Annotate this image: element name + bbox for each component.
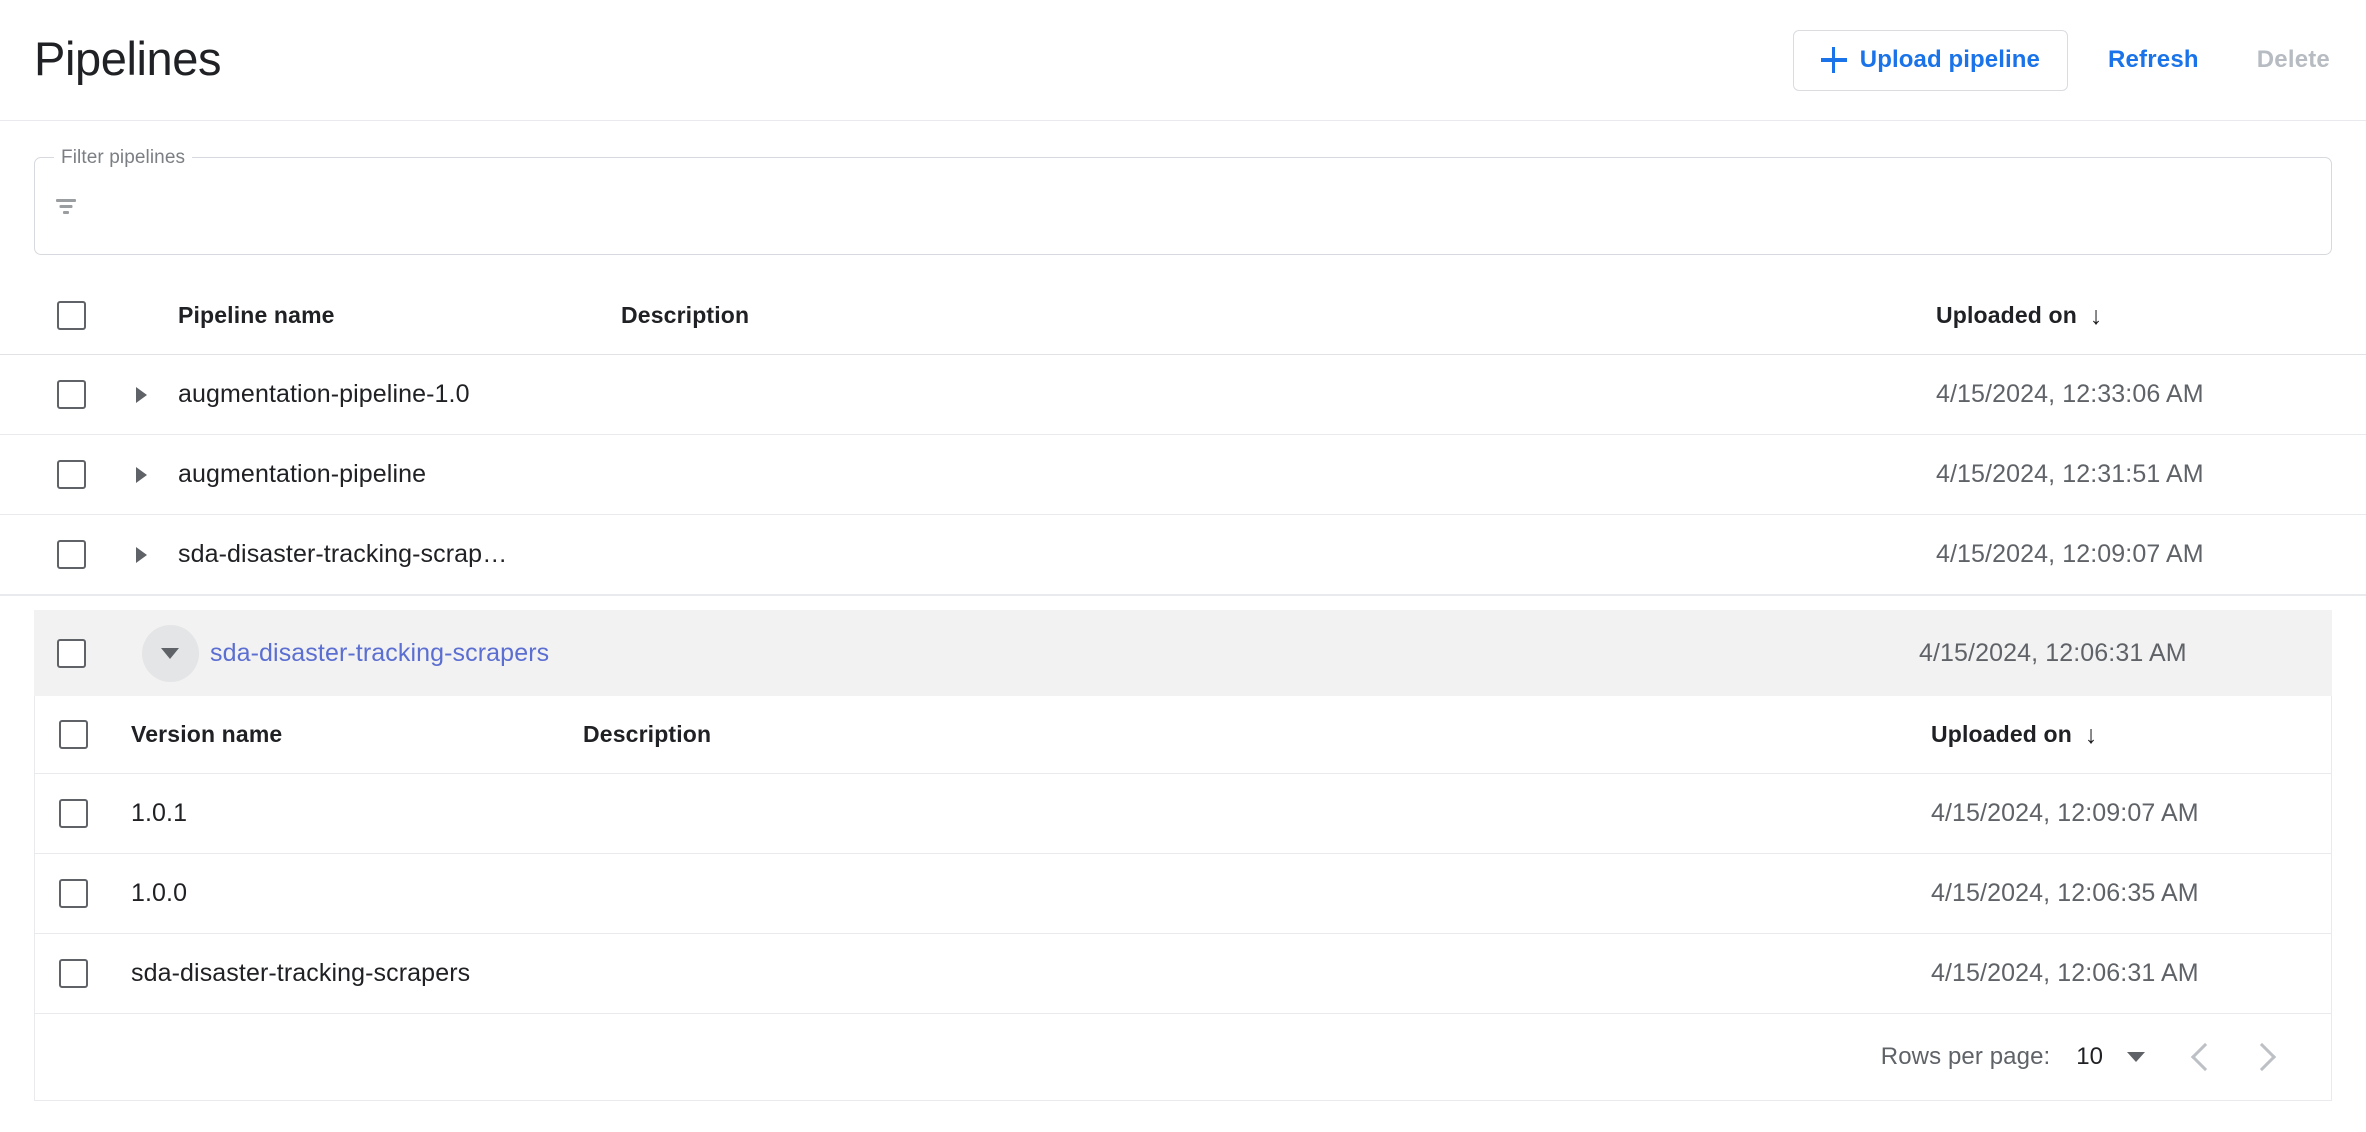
- select-all-cell: [0, 301, 104, 330]
- group-separator: [0, 595, 2366, 610]
- row-checkbox[interactable]: [57, 638, 86, 668]
- column-header-uploaded-on[interactable]: Uploaded on ↓: [1936, 302, 2366, 329]
- filter-pipelines-input[interactable]: [79, 158, 2331, 254]
- row-collapse-cell[interactable]: [130, 624, 210, 682]
- row-uploaded-on: 4/15/2024, 12:09:07 AM: [1936, 540, 2204, 568]
- version-checkbox[interactable]: [59, 959, 88, 988]
- table-header-row: Pipeline name Description Uploaded on ↓: [0, 277, 2366, 355]
- version-row[interactable]: 1.0.1 4/15/2024, 12:09:07 AM: [35, 774, 2331, 854]
- version-select-cell: [35, 879, 131, 908]
- chevron-down-icon: [161, 647, 179, 659]
- chevron-left-icon: [2190, 1042, 2219, 1072]
- row-expand-cell[interactable]: [104, 546, 178, 563]
- versions-select-all-checkbox[interactable]: [59, 720, 88, 749]
- header-actions: Upload pipeline Refresh Delete: [1792, 29, 2336, 91]
- expanded-pipeline-uploaded-on: 4/15/2024, 12:06:31 AM: [1919, 638, 2187, 667]
- expanded-pipeline-link[interactable]: sda-disaster-tracking-scrapers: [210, 639, 630, 668]
- version-name: 1.0.1: [131, 799, 188, 827]
- versions-select-all-cell: [35, 720, 131, 749]
- column-header-version-name[interactable]: Version name: [131, 721, 583, 748]
- next-page-button: [2233, 1026, 2295, 1088]
- pipelines-table: Pipeline name Description Uploaded on ↓ a…: [0, 277, 2366, 1101]
- column-header-version-description[interactable]: Description: [583, 721, 1931, 748]
- row-pipeline-name: sda-disaster-tracking-scrap…: [178, 540, 508, 568]
- version-checkbox[interactable]: [59, 879, 88, 908]
- expanded-pipeline-row[interactable]: sda-disaster-tracking-scrapers 4/15/2024…: [34, 610, 2332, 696]
- version-uploaded-on: 4/15/2024, 12:09:07 AM: [1931, 799, 2199, 827]
- table-row[interactable]: augmentation-pipeline 4/15/2024, 12:31:5…: [0, 435, 2366, 515]
- row-pipeline-name: augmentation-pipeline: [178, 460, 427, 488]
- chevron-right-icon: [2247, 1042, 2276, 1072]
- table-row[interactable]: sda-disaster-tracking-scrap… 4/15/2024, …: [0, 515, 2366, 595]
- column-header-uploaded-on-label: Uploaded on: [1936, 302, 2077, 328]
- collapse-toggle-button[interactable]: [141, 624, 199, 682]
- versions-table: Version name Description Uploaded on ↓ 1.…: [34, 696, 2332, 1101]
- column-header-version-uploaded-on[interactable]: Uploaded on ↓: [1931, 721, 2331, 748]
- chevron-right-icon[interactable]: [135, 466, 147, 483]
- version-select-cell: [35, 959, 131, 988]
- paginator: Rows per page: 10: [35, 1014, 2331, 1100]
- version-select-cell: [35, 799, 131, 828]
- filter-inner: [35, 158, 2331, 254]
- version-name: sda-disaster-tracking-scrapers: [131, 959, 471, 987]
- row-expand-cell[interactable]: [104, 386, 178, 403]
- plus-icon: [1820, 47, 1847, 73]
- row-select-cell: [0, 460, 104, 489]
- version-checkbox[interactable]: [59, 799, 88, 828]
- filter-list-icon: [53, 193, 79, 219]
- row-pipeline-name: augmentation-pipeline-1.0: [178, 380, 470, 408]
- previous-page-button: [2171, 1026, 2233, 1088]
- versions-paginator-row: Rows per page: 10: [35, 1014, 2331, 1100]
- row-select-cell: [0, 380, 104, 409]
- upload-pipeline-label: Upload pipeline: [1859, 46, 2040, 73]
- sort-descending-icon: ↓: [2089, 302, 2103, 330]
- filter-section: Filter pipelines: [0, 121, 2366, 255]
- versions-header-row: Version name Description Uploaded on ↓: [35, 696, 2331, 774]
- filter-pipelines-label: Filter pipelines: [54, 147, 193, 169]
- chevron-right-icon[interactable]: [135, 386, 147, 403]
- version-uploaded-on: 4/15/2024, 12:06:35 AM: [1931, 879, 2199, 907]
- row-checkbox[interactable]: [57, 460, 86, 489]
- column-header-description[interactable]: Description: [621, 302, 1936, 329]
- column-header-pipeline-name[interactable]: Pipeline name: [178, 302, 621, 329]
- version-row[interactable]: sda-disaster-tracking-scrapers 4/15/2024…: [35, 934, 2331, 1014]
- sort-descending-icon: ↓: [2084, 721, 2098, 749]
- filter-pipelines-field[interactable]: Filter pipelines: [34, 147, 2332, 255]
- rows-per-page-value[interactable]: 10: [2076, 1043, 2103, 1071]
- table-row[interactable]: augmentation-pipeline-1.0 4/15/2024, 12:…: [0, 355, 2366, 435]
- page-header: Pipelines Upload pipeline Refresh Delete: [0, 0, 2366, 121]
- rows-per-page-label: Rows per page:: [1880, 1043, 2051, 1070]
- row-checkbox[interactable]: [57, 540, 86, 569]
- row-uploaded-on: 4/15/2024, 12:33:06 AM: [1936, 380, 2204, 408]
- row-select-cell: [0, 540, 104, 569]
- pipelines-page: Pipelines Upload pipeline Refresh Delete…: [0, 0, 2366, 1132]
- page-title: Pipelines: [34, 31, 222, 85]
- row-uploaded-on: 4/15/2024, 12:31:51 AM: [1936, 460, 2204, 488]
- delete-button: Delete: [2231, 30, 2336, 91]
- row-expand-cell[interactable]: [104, 466, 178, 483]
- refresh-button[interactable]: Refresh: [2082, 30, 2225, 91]
- chevron-right-icon[interactable]: [135, 546, 147, 563]
- version-row[interactable]: 1.0.0 4/15/2024, 12:06:35 AM: [35, 854, 2331, 934]
- version-name: 1.0.0: [131, 879, 188, 907]
- row-checkbox[interactable]: [57, 380, 86, 409]
- upload-pipeline-button[interactable]: Upload pipeline: [1792, 29, 2068, 91]
- row-select-cell: [34, 638, 130, 668]
- column-header-version-uploaded-on-label: Uploaded on: [1931, 721, 2072, 747]
- select-all-checkbox[interactable]: [57, 301, 86, 330]
- version-uploaded-on: 4/15/2024, 12:06:31 AM: [1931, 959, 2199, 987]
- chevron-down-icon[interactable]: [2127, 1052, 2145, 1062]
- page-navigation: [2171, 1026, 2295, 1088]
